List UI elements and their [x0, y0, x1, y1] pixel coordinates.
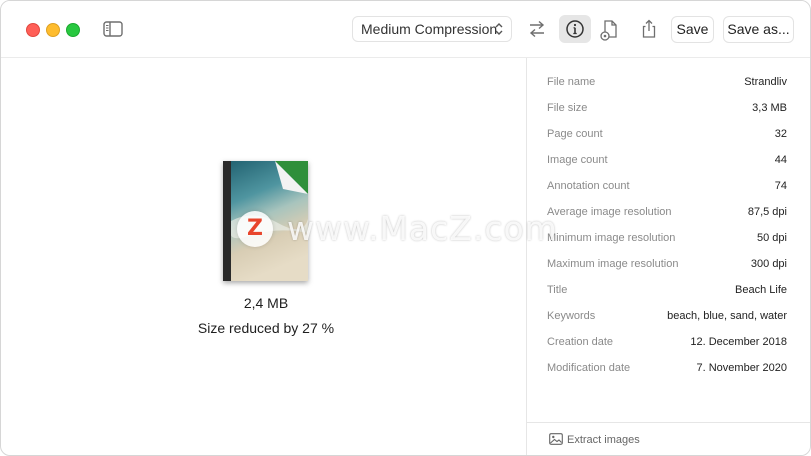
toolbar: Medium Compression Save Save as... — [1, 1, 810, 58]
info-value: Beach Life — [735, 284, 787, 296]
sidebar-toggle-button[interactable] — [103, 21, 123, 37]
swap-arrows-icon — [529, 20, 545, 38]
info-row-image-count: Image count 44 — [547, 154, 787, 174]
info-value: 7. November 2020 — [696, 362, 788, 374]
info-key: Title — [547, 284, 568, 296]
info-key: Annotation count — [547, 180, 630, 192]
sidebar-icon — [103, 21, 123, 37]
info-value: 50 dpi — [757, 232, 787, 244]
info-key: Creation date — [547, 336, 614, 348]
close-window-button[interactable] — [26, 23, 40, 37]
photo-icon — [549, 433, 563, 445]
info-row-page-count: Page count 32 — [547, 128, 787, 148]
info-row-creation-date: Creation date 12. December 2018 — [547, 336, 787, 356]
info-key: Modification date — [547, 362, 631, 374]
info-row-file-size: File size 3,3 MB — [547, 102, 787, 122]
extract-images-button[interactable]: Extract images — [549, 433, 640, 446]
info-row-title: Title Beach Life — [547, 284, 787, 304]
compression-select[interactable]: Medium Compression — [352, 16, 512, 42]
info-panel-footer: Extract images — [527, 422, 810, 455]
info-key: Maximum image resolution — [547, 258, 679, 270]
extract-images-label: Extract images — [567, 434, 640, 446]
info-row-annotation-count: Annotation count 74 — [547, 180, 787, 200]
info-value: 300 dpi — [750, 258, 787, 270]
maximize-window-button[interactable] — [66, 23, 80, 37]
info-button[interactable] — [559, 15, 591, 43]
info-value: 87,5 dpi — [747, 206, 787, 218]
info-key: Page count — [547, 128, 603, 140]
save-button[interactable]: Save — [671, 16, 714, 43]
info-value: 12. December 2018 — [690, 336, 787, 348]
compression-select-label: Medium Compression — [361, 21, 498, 37]
watermark-text: www.MacZ.com — [287, 209, 558, 248]
document-gear-icon — [600, 20, 617, 41]
share-button[interactable] — [633, 15, 665, 43]
info-key: Keywords — [547, 310, 596, 322]
watermark-badge-letter: Z — [247, 216, 263, 241]
share-icon — [642, 19, 656, 38]
save-as-button[interactable]: Save as... — [723, 16, 794, 43]
size-reduction-text: Size reduced by 27 % — [197, 320, 335, 336]
info-row-maximum-resolution: Maximum image resolution 300 dpi — [547, 258, 787, 278]
info-value: 3,3 MB — [752, 102, 787, 114]
info-key: File size — [547, 102, 588, 114]
info-icon — [566, 20, 584, 38]
compressed-file-size: 2,4 MB — [243, 295, 289, 311]
chevron-updown-icon — [495, 23, 503, 35]
info-row-file-name: File name Strandliv — [547, 76, 787, 96]
info-value: Strandliv — [744, 76, 787, 88]
info-row-keywords: Keywords beach, blue, sand, water — [547, 310, 787, 330]
info-value: 44 — [774, 154, 787, 166]
swap-view-button[interactable] — [521, 15, 553, 43]
info-row-modification-date: Modification date 7. November 2020 — [547, 362, 787, 382]
info-key: File name — [547, 76, 596, 88]
preview-area: 2,4 MB Size reduced by 27 % — [1, 58, 526, 455]
info-key: Image count — [547, 154, 608, 166]
info-value: 74 — [774, 180, 787, 192]
minimize-window-button[interactable] — [46, 23, 60, 37]
watermark: Z www.MacZ.com — [237, 209, 597, 251]
watermark-logo: Z — [237, 211, 273, 247]
info-panel: File name Strandliv File size 3,3 MB Pag… — [526, 58, 810, 455]
info-value: 32 — [774, 128, 787, 140]
app-window: Medium Compression Save Save as... 2,4 M… — [0, 0, 811, 456]
info-value: beach, blue, sand, water — [667, 310, 787, 322]
document-settings-button[interactable] — [593, 15, 625, 43]
